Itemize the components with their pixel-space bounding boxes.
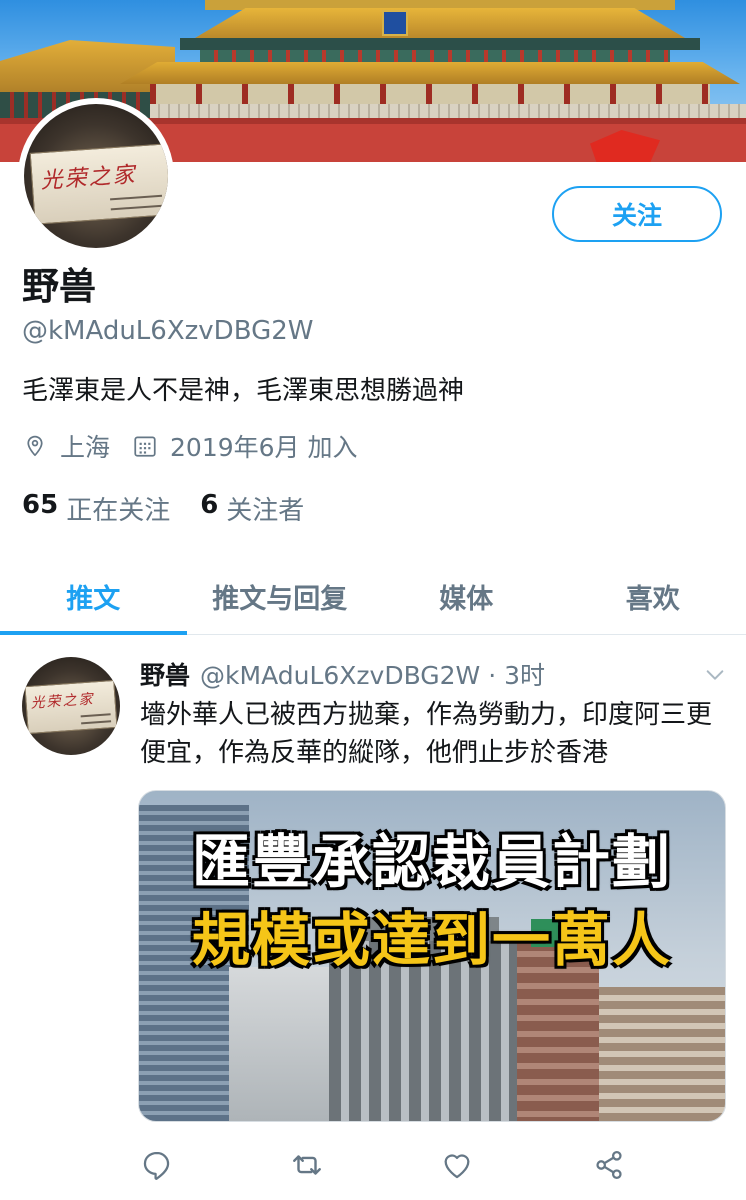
tweet-image[interactable]: 匯豐承認裁員計劃 規模或達到一萬人	[138, 790, 726, 1122]
follow-button[interactable]: 关注	[552, 186, 722, 242]
tab-tweets[interactable]: 推文	[0, 558, 187, 635]
profile-bio: 毛澤東是人不是神，毛澤東思想勝過神	[22, 376, 465, 406]
profile-tabs: 推文 推文与回复 媒体 喜欢	[0, 558, 746, 635]
avatar-plaque-text: 光荣之家	[39, 162, 138, 195]
tweet-meta: @kMAduL6XzvDBG2W · 3时	[200, 661, 546, 690]
profile-name: 野兽	[22, 265, 96, 308]
tweet-author-name[interactable]: 野兽	[140, 656, 190, 692]
share-icon[interactable]	[592, 1148, 626, 1182]
tweet-text: 墻外華人已被西方拋棄，作為勞動力，印度阿三更便宜，作為反華的縱隊，他們止步於香港	[140, 700, 713, 768]
retweet-icon[interactable]	[290, 1148, 324, 1182]
profile-joined: 2019年6月 加入	[170, 433, 358, 462]
profile-location: 上海	[60, 433, 111, 462]
image-headline-2: 規模或達到一萬人	[191, 908, 672, 973]
tab-tweets-and-replies[interactable]: 推文与回复	[187, 558, 374, 634]
image-headline-1: 匯豐承認裁員計劃	[191, 830, 672, 895]
profile-avatar[interactable]: 光荣之家	[18, 98, 174, 254]
tab-media[interactable]: 媒体	[373, 558, 560, 634]
heart-icon[interactable]	[440, 1148, 474, 1182]
following-count: 65	[22, 490, 59, 520]
calendar-icon	[132, 433, 158, 459]
followers-stat[interactable]: 6 关注者	[200, 490, 304, 527]
profile-stats: 65 正在关注 6 关注者	[22, 490, 334, 527]
tweet-actions	[140, 1148, 640, 1188]
following-stat[interactable]: 65 正在关注	[22, 490, 170, 527]
following-label: 正在关注	[66, 496, 171, 526]
reply-icon[interactable]	[140, 1148, 174, 1182]
tab-likes[interactable]: 喜欢	[560, 558, 746, 634]
tweet-avatar-plaque-text: 光荣之家	[30, 691, 96, 712]
tweet-avatar[interactable]: 光荣之家	[22, 657, 120, 755]
profile-handle: @kMAduL6XzvDBG2W	[22, 316, 314, 346]
tweet-header: 野兽 @kMAduL6XzvDBG2W · 3时	[140, 656, 545, 692]
profile-meta: 上海 2019年6月 加入	[22, 428, 358, 464]
followers-label: 关注者	[226, 496, 305, 526]
chevron-down-icon[interactable]	[704, 664, 726, 686]
location-pin-icon	[22, 433, 48, 459]
followers-count: 6	[200, 490, 219, 520]
